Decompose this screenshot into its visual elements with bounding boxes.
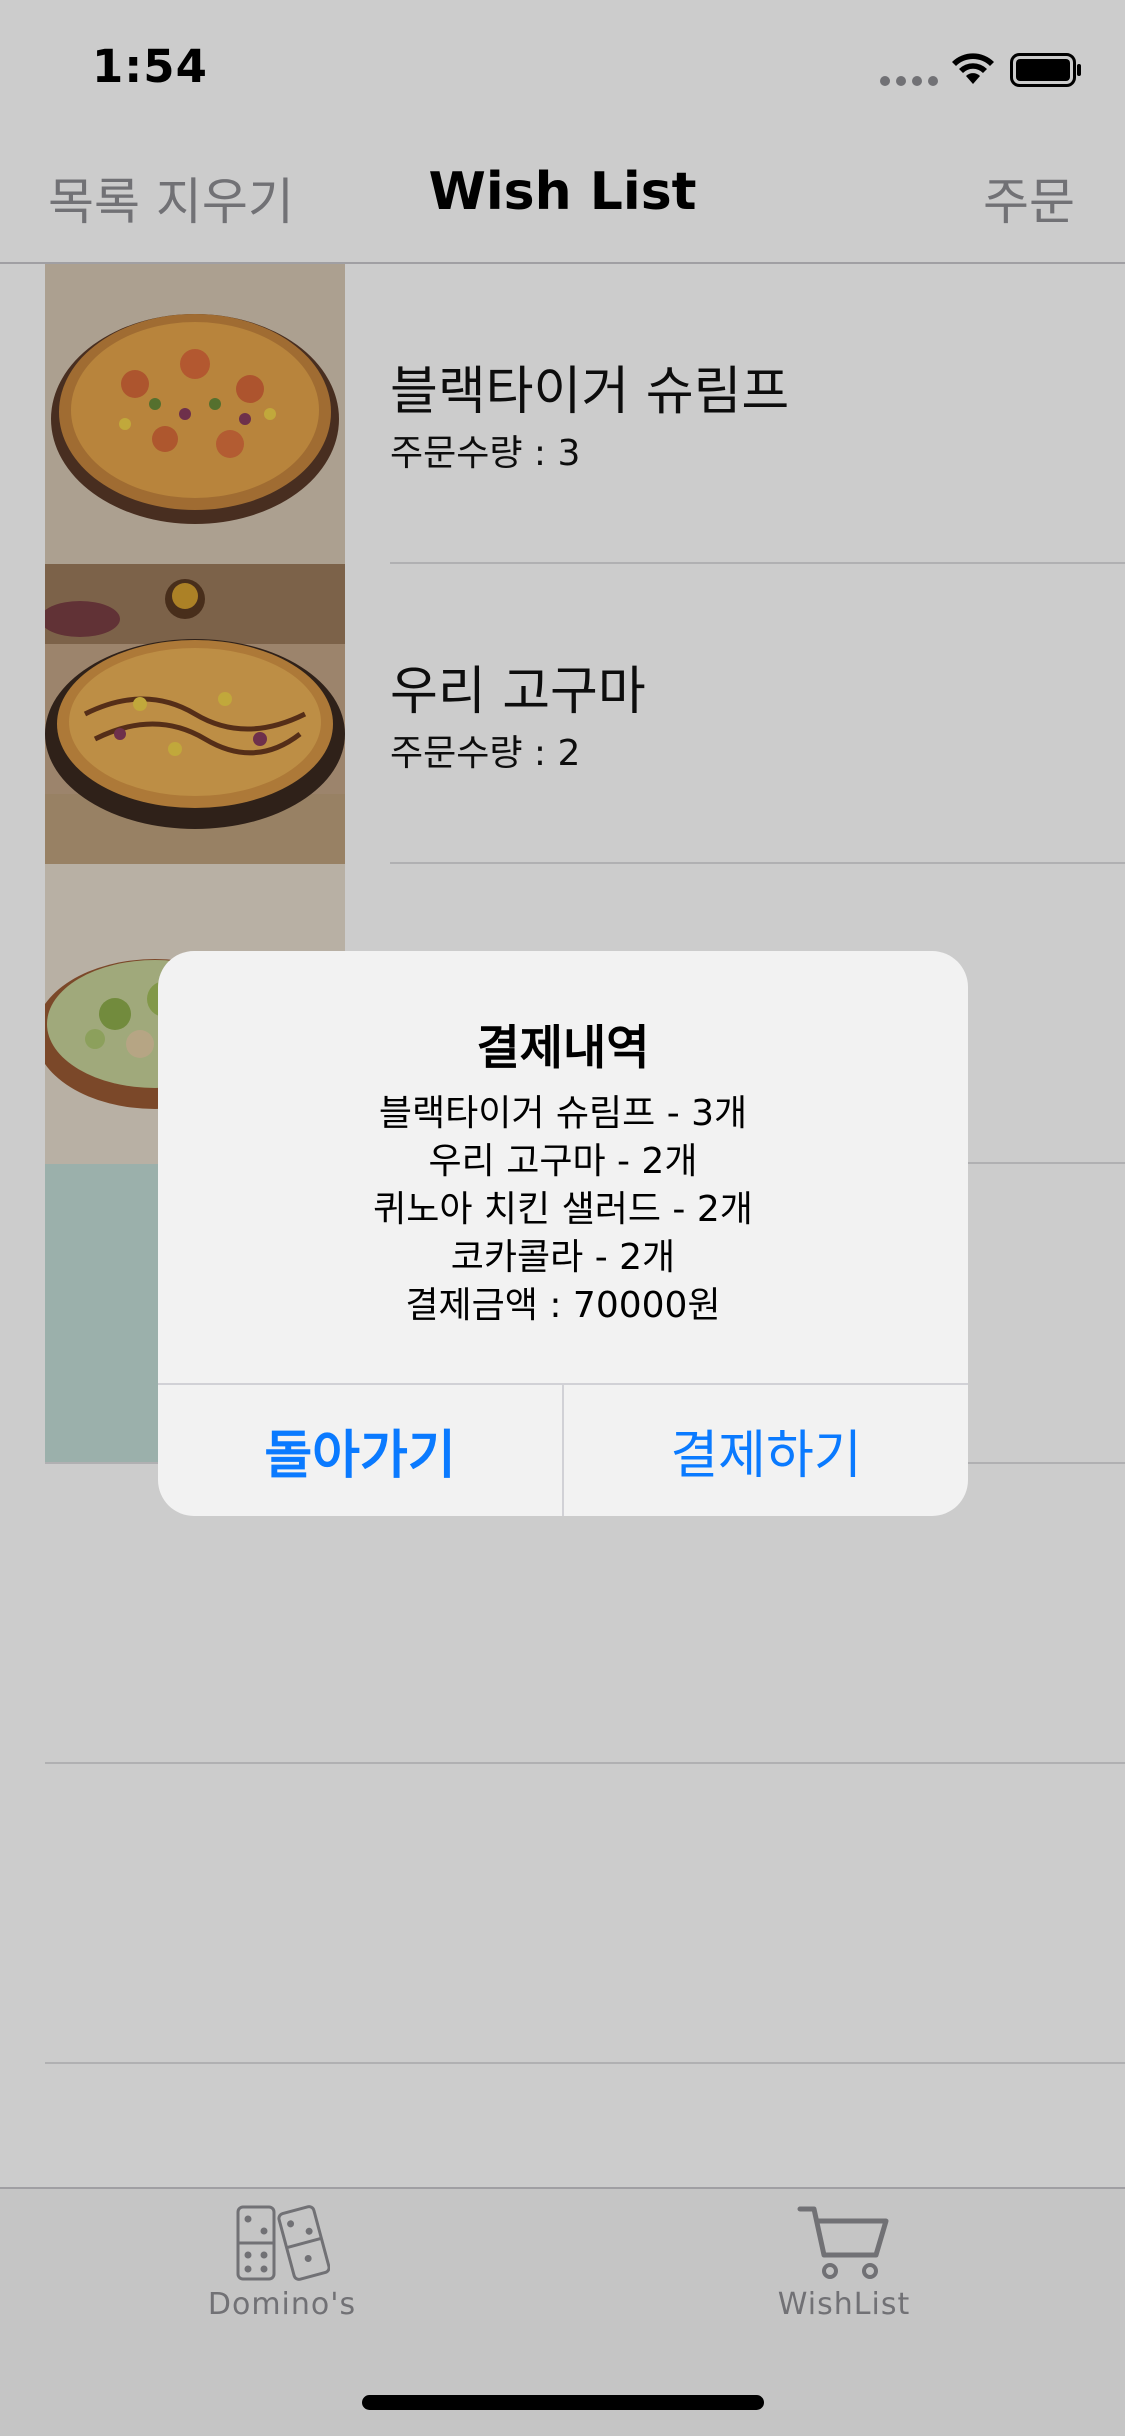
alert-line: 퀴노아 치킨 샐러드 - 2개 (373, 1189, 753, 1230)
alert-line: 블랙타이거 슈림프 - 3개 (378, 1093, 748, 1134)
back-button[interactable]: 돌아가기 (158, 1385, 562, 1516)
alert-title: 결제내역 (476, 1021, 650, 1076)
alert-line: 코카콜라 - 2개 (450, 1237, 676, 1278)
alert-message: 블랙타이거 슈림프 - 3개 우리 고구마 - 2개 퀴노아 치킨 샐러드 - … (158, 1090, 968, 1330)
alert-line: 우리 고구마 - 2개 (428, 1141, 698, 1182)
home-indicator (362, 2395, 764, 2410)
alert-body: 결제내역 블랙타이거 슈림프 - 3개 우리 고구마 - 2개 퀴노아 치킨 샐… (158, 951, 968, 1383)
alert-total: 결제금액 : 70000원 (405, 1285, 721, 1326)
alert-actions: 돌아가기 결제하기 (158, 1383, 968, 1516)
pay-button[interactable]: 결제하기 (562, 1385, 968, 1516)
screen: 1:54 목록 지우기 Wish List 주문 블랙타이거 슈림프 주문수량 … (0, 0, 1125, 2436)
payment-alert: 결제내역 블랙타이거 슈림프 - 3개 우리 고구마 - 2개 퀴노아 치킨 샐… (158, 951, 968, 1516)
